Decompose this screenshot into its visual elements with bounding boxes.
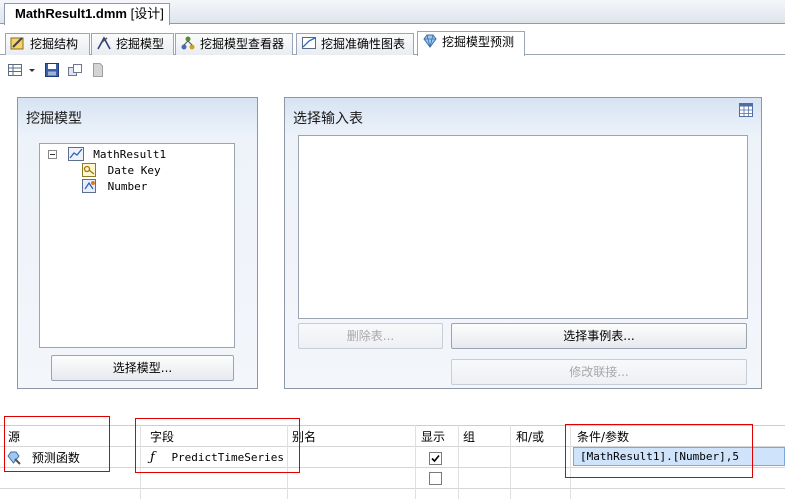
input-table-area[interactable] xyxy=(298,135,748,319)
predict-column-icon xyxy=(82,179,96,193)
alias-cell[interactable] xyxy=(290,449,410,466)
grid-top-border xyxy=(0,425,785,426)
source-value: 预测函数 xyxy=(31,451,80,465)
tab-mining-structure[interactable]: 挖掘结构 xyxy=(5,33,90,55)
save-icon[interactable] xyxy=(44,62,60,78)
model-viewer-icon xyxy=(181,36,195,50)
header-and-or[interactable]: 和/或 xyxy=(516,428,544,445)
tab-model-prediction[interactable]: 挖掘模型预测 xyxy=(417,31,525,56)
show-checkbox[interactable] xyxy=(429,472,442,485)
header-criteria[interactable]: 条件/参数 xyxy=(577,428,629,445)
mining-model-panel: 挖掘模型 MathResult1 Date Key Number 选择模型... xyxy=(17,97,258,389)
mining-structure-icon xyxy=(10,37,24,50)
show-checkbox[interactable] xyxy=(429,452,442,465)
header-group[interactable]: 组 xyxy=(463,428,475,445)
select-case-table-button[interactable]: 选择事例表... xyxy=(451,323,747,349)
delete-table-button[interactable]: 删除表... xyxy=(298,323,443,349)
field-value: PredictTimeSeries xyxy=(171,451,285,464)
tree-child-label: Number xyxy=(107,180,148,193)
model-prediction-icon xyxy=(423,34,437,48)
header-field[interactable]: 字段 xyxy=(150,428,174,445)
grid-col-border xyxy=(415,425,416,499)
mining-model-panel-title: 挖掘模型 xyxy=(26,111,82,127)
modify-join-button[interactable]: 修改联接... xyxy=(451,359,747,385)
document-mode: [设计] xyxy=(130,6,164,21)
mining-model-node-icon xyxy=(67,147,84,161)
collapse-icon[interactable] xyxy=(48,150,57,159)
tab-mining-model[interactable]: 挖掘模型 xyxy=(91,33,174,55)
prediction-function-icon xyxy=(7,451,21,465)
criteria-value: [MathResult1].[Number],5 xyxy=(580,450,739,463)
select-model-button[interactable]: 选择模型... xyxy=(51,355,234,381)
input-table-panel: 选择输入表 删除表... 选择事例表... 修改联接... xyxy=(284,97,762,389)
tab-label: 挖掘结构 xyxy=(30,37,79,51)
tree-node-root[interactable]: MathResult1 xyxy=(48,147,166,163)
header-alias[interactable]: 别名 xyxy=(292,428,316,445)
grid-col-border xyxy=(458,425,459,499)
prediction-designer-area: 挖掘模型 MathResult1 Date Key Number 选择模型...… xyxy=(0,86,785,420)
document-tab[interactable]: MathResult1.dmm [设计] xyxy=(4,3,170,25)
grid-col-border xyxy=(570,425,571,499)
accuracy-chart-icon xyxy=(302,37,316,49)
tree-node-date-key[interactable]: Date Key xyxy=(82,163,161,179)
tab-label: 挖掘准确性图表 xyxy=(321,37,406,51)
copy-icon[interactable] xyxy=(67,62,83,78)
header-show[interactable]: 显示 xyxy=(421,428,445,445)
tab-accuracy-chart[interactable]: 挖掘准确性图表 xyxy=(296,33,414,55)
grid-col-border xyxy=(140,425,141,499)
tree-child-label: Date Key xyxy=(107,164,161,177)
tree-node-number[interactable]: Number xyxy=(82,179,147,195)
designer-tabs: 挖掘结构 挖掘模型 挖掘模型查看器 挖掘准确性图表 挖掘模型预测 xyxy=(0,31,785,56)
tab-label: 挖掘模型 xyxy=(116,37,165,51)
tab-model-viewer[interactable]: 挖掘模型查看器 xyxy=(175,33,293,55)
table-grid-icon[interactable] xyxy=(739,103,753,117)
grid-col-border xyxy=(287,425,288,499)
field-cell[interactable]: ƒ PredictTimeSeries xyxy=(150,449,284,466)
grid-row-border xyxy=(0,467,785,468)
source-cell[interactable]: 预测函数 xyxy=(6,449,80,466)
grid-row-border xyxy=(0,488,785,489)
input-table-panel-title: 选择输入表 xyxy=(293,111,363,127)
header-source[interactable]: 源 xyxy=(8,428,20,445)
tab-label: 挖掘模型查看器 xyxy=(200,37,285,51)
document-tab-strip: MathResult1.dmm [设计] xyxy=(0,0,785,25)
mining-model-icon xyxy=(97,36,111,50)
dropdown-arrow-icon[interactable] xyxy=(28,62,36,78)
new-document-icon[interactable] xyxy=(90,62,106,78)
document-title: MathResult1.dmm xyxy=(15,6,127,21)
criteria-cell[interactable]: [MathResult1].[Number],5 xyxy=(573,447,785,466)
grid-col-border xyxy=(510,425,511,499)
prediction-grid: 源 字段 别名 显示 组 和/或 条件/参数 预测函数 ƒ PredictTim… xyxy=(0,425,785,499)
result-view-icon[interactable] xyxy=(7,62,23,78)
tree-root-label: MathResult1 xyxy=(93,148,167,161)
function-icon: ƒ xyxy=(150,450,155,465)
tab-label: 挖掘模型预测 xyxy=(442,35,515,49)
key-column-icon xyxy=(82,163,96,177)
toolbar xyxy=(0,58,785,82)
checkmark-icon xyxy=(431,454,440,463)
mining-model-tree[interactable]: MathResult1 Date Key Number xyxy=(39,143,235,348)
